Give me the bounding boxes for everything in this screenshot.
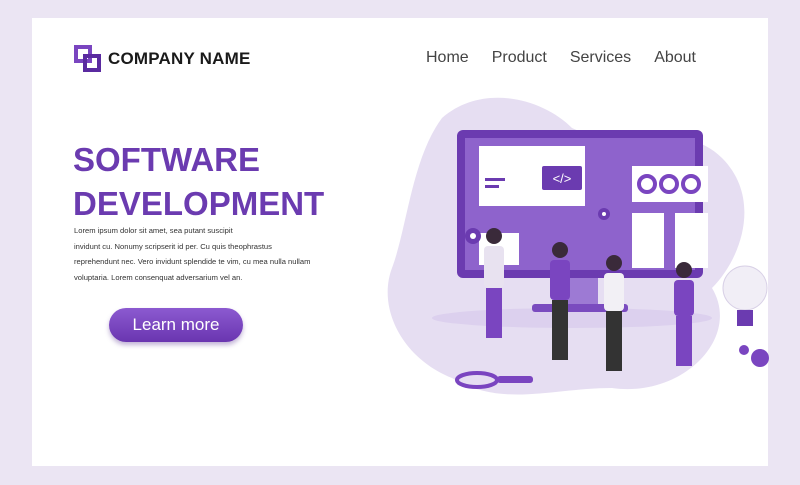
description-line: invidunt cu. Nonumy scripserit id per. C… — [74, 241, 272, 251]
logo[interactable]: COMPANY NAME — [74, 45, 251, 73]
description-line: reprehendunt nec. Vero invidunt splendid… — [74, 257, 311, 266]
company-name: COMPANY NAME — [108, 49, 251, 68]
title-line-1: SOFTWARE — [73, 141, 260, 178]
description-line: voluptaria. Lorem consenquat adversarium… — [74, 272, 243, 282]
nav-home[interactable]: Home — [426, 49, 469, 67]
code-window: </> — [479, 146, 585, 206]
logo-icon — [74, 45, 101, 72]
nav-services[interactable]: Services — [570, 49, 631, 67]
chart-window — [632, 166, 708, 202]
main-nav: Home Product Services About — [426, 49, 696, 67]
settings-bubble-icon — [465, 228, 481, 244]
learn-more-button[interactable]: Learn more — [109, 308, 243, 342]
lightbulb-icon — [722, 265, 768, 326]
list-window — [632, 213, 664, 268]
hero-description: Lorem ipsum dolor sit amet, sea putant s… — [74, 223, 334, 285]
nav-product[interactable]: Product — [492, 49, 547, 67]
code-icon: </> — [553, 171, 572, 186]
graph-window — [675, 213, 708, 268]
title-line-2: DEVELOPMENT — [73, 185, 325, 222]
gears-icon — [739, 345, 769, 367]
gear-icon — [598, 208, 610, 220]
landing-page-card: COMPANY NAME Home Product Services About… — [32, 18, 769, 466]
description-line: Lorem ipsum dolor sit amet, sea putant s… — [74, 226, 233, 235]
page-title: SOFTWARE DEVELOPMENT — [73, 138, 324, 226]
software-development-illustration: </> — [387, 97, 769, 395]
nav-about[interactable]: About — [654, 49, 696, 67]
